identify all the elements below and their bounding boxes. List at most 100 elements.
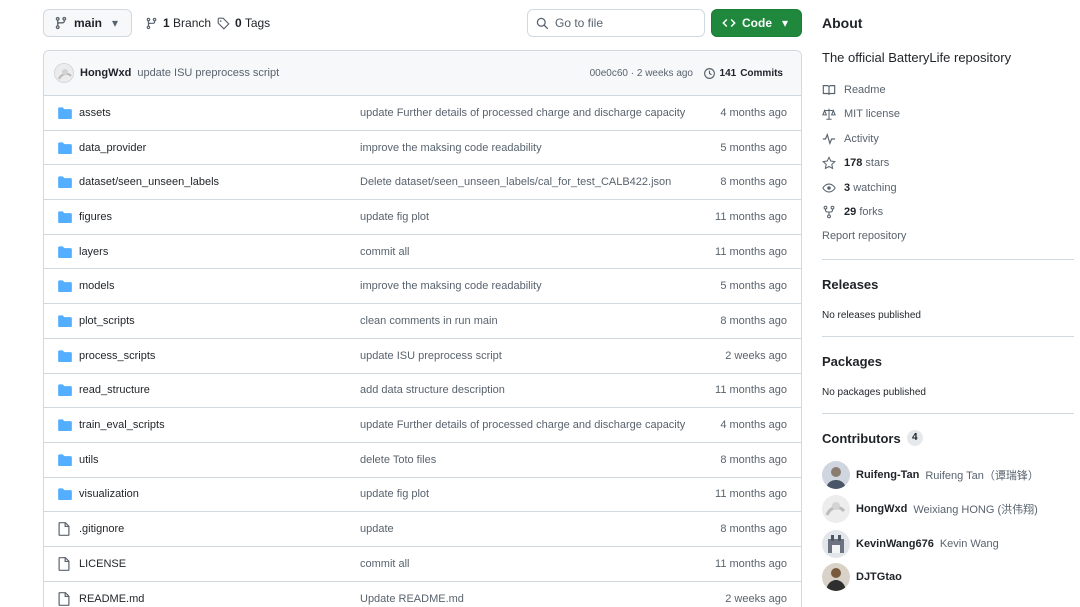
file-commit-message-link[interactable]: improve the maksing code readability [360,142,542,154]
folder-icon [58,419,72,432]
watching-link[interactable]: 3 watching [822,181,897,195]
file-row[interactable]: plot_scripts clean comments in run main 8 … [44,304,801,339]
file-commit-message-link[interactable]: update fig plot [360,488,429,500]
folder-icon [58,176,72,189]
file-name-link[interactable]: process_scripts [79,350,155,362]
readme-link[interactable]: Readme [822,83,886,97]
branches-link[interactable]: 1 Branch [145,9,211,37]
packages-heading-label: Packages [822,354,882,369]
contributor-item[interactable]: KevinWang676 Kevin Wang [822,530,999,558]
tags-count: 0 [235,16,242,30]
latest-commit-bar: HongWxd update ISU preprocess script 00e… [44,51,801,96]
file-commit-message-link[interactable]: add data structure description [360,384,505,396]
avatar[interactable] [54,63,74,83]
contributor-item[interactable]: HongWxd Weixiang HONG (洪伟翔) [822,495,1038,523]
file-row[interactable]: process_scripts update ISU preprocess scr… [44,339,801,374]
file-commit-message-link[interactable]: commit all [360,558,410,570]
file-commit-message-link[interactable]: Delete dataset/seen_unseen_labels/cal_fo… [360,176,671,188]
about-heading: About [822,15,863,31]
file-row[interactable]: train_eval_scripts update Further details… [44,408,801,443]
go-to-file-input[interactable] [555,16,695,30]
file-name-link[interactable]: README.md [79,593,144,605]
file-commit-date: 8 months ago [720,176,787,189]
file-name-link[interactable]: dataset/seen_unseen_labels [79,176,219,188]
contributor-item[interactable]: DJTGtao [822,563,902,591]
contributor-name: Weixiang HONG (洪伟翔) [913,504,1038,516]
file-row[interactable]: visualization update fig plot 11 months ag… [44,478,801,513]
divider [822,259,1074,260]
contributor-name: Ruifeng Tan（谭瑞锋） [925,470,1039,482]
watching-label: watching [853,182,897,194]
stars-link[interactable]: 178 stars [822,156,889,170]
file-name-link[interactable]: data_provider [79,142,146,154]
git-branch-icon [145,17,158,30]
file-row[interactable]: models improve the maksing code readabili… [44,269,801,305]
file-row[interactable]: read_structure add data structure descrip… [44,374,801,409]
eye-icon [822,181,836,195]
tag-icon [217,17,230,30]
file-name-link[interactable]: layers [79,246,108,258]
file-row[interactable]: layers commit all 11 months ago [44,235,801,270]
file-name-link[interactable]: assets [79,107,111,119]
commits-history-link[interactable]: 141 Commits [703,67,783,80]
search-icon [536,17,549,30]
file-commit-message-link[interactable]: clean comments in run main [360,315,498,327]
contributors-heading[interactable]: Contributors 4 [822,430,923,446]
file-commit-message-link[interactable]: update fig plot [360,211,429,223]
forks-count: 29 [844,206,857,218]
file-name-link[interactable]: LICENSE [79,558,126,570]
law-icon [822,107,836,121]
file-commit-date: 11 months ago [715,488,787,501]
commit-hash-and-time[interactable]: 00e0c60 · 2 weeks ago [590,68,693,79]
readme-label: Readme [844,84,886,96]
file-row[interactable]: .gitignore update 8 months ago [44,512,801,547]
file-rows: assets update Further details of processe… [44,96,801,607]
file-row[interactable]: dataset/seen_unseen_labels Delete dataset… [44,165,801,201]
code-button[interactable]: Code ▾ [711,9,802,37]
file-row[interactable]: assets update Further details of processe… [44,96,801,131]
tags-link[interactable]: 0 Tags [217,9,270,37]
file-commit-message-link[interactable]: update Further details of processed char… [360,419,685,431]
branch-select-button[interactable]: main ▾ [43,9,132,37]
file-row[interactable]: LICENSE commit all 11 months ago [44,547,801,582]
releases-heading[interactable]: Releases [822,277,878,292]
tags-label: Tags [244,16,271,30]
file-name-link[interactable]: .gitignore [79,523,124,535]
file-name-link[interactable]: utils [79,454,99,466]
license-link[interactable]: MIT license [822,107,900,121]
file-commit-message-link[interactable]: improve the maksing code readability [360,280,542,292]
packages-note: No packages published [822,387,926,398]
contributor-login: DJTGtao [856,571,902,583]
file-row[interactable]: data_provider improve the maksing code re… [44,131,801,166]
file-commit-message-link[interactable]: update ISU preprocess script [360,350,502,362]
file-name-link[interactable]: visualization [79,488,139,500]
commit-author-link[interactable]: HongWxd [80,67,131,79]
go-to-file-search[interactable] [527,9,705,37]
folder-icon [58,280,72,293]
commit-message-link[interactable]: update ISU preprocess script [137,67,279,79]
releases-heading-label: Releases [822,277,879,292]
file-name-link[interactable]: read_structure [79,384,150,396]
file-commit-message-link[interactable]: update [360,523,394,535]
activity-link[interactable]: Activity [822,132,879,146]
commits-count: 141 [719,67,737,79]
divider [822,413,1074,414]
file-commit-message-link[interactable]: Update README.md [360,593,464,605]
file-name-link[interactable]: plot_scripts [79,315,135,327]
file-name-link[interactable]: models [79,280,114,292]
file-name-link[interactable]: train_eval_scripts [79,419,165,431]
file-row[interactable]: utils delete Toto files 8 months ago [44,443,801,478]
contributor-item[interactable]: Ruifeng-Tan Ruifeng Tan（谭瑞锋） [822,461,1039,489]
file-name-link[interactable]: figures [79,211,112,223]
file-row[interactable]: figures update fig plot 11 months ago [44,200,801,235]
file-commit-message-link[interactable]: commit all [360,246,410,258]
forks-link[interactable]: 29 forks [822,205,883,219]
git-branch-icon [54,16,68,30]
file-commit-message-link[interactable]: delete Toto files [360,454,436,466]
report-repository-link[interactable]: Report repository [822,230,906,242]
file-commit-date: 8 months ago [720,453,787,466]
file-commit-message-link[interactable]: update Further details of processed char… [360,107,685,119]
file-row[interactable]: README.md Update README.md 2 weeks ago [44,582,801,607]
packages-heading[interactable]: Packages [822,354,882,369]
file-icon [58,592,70,606]
